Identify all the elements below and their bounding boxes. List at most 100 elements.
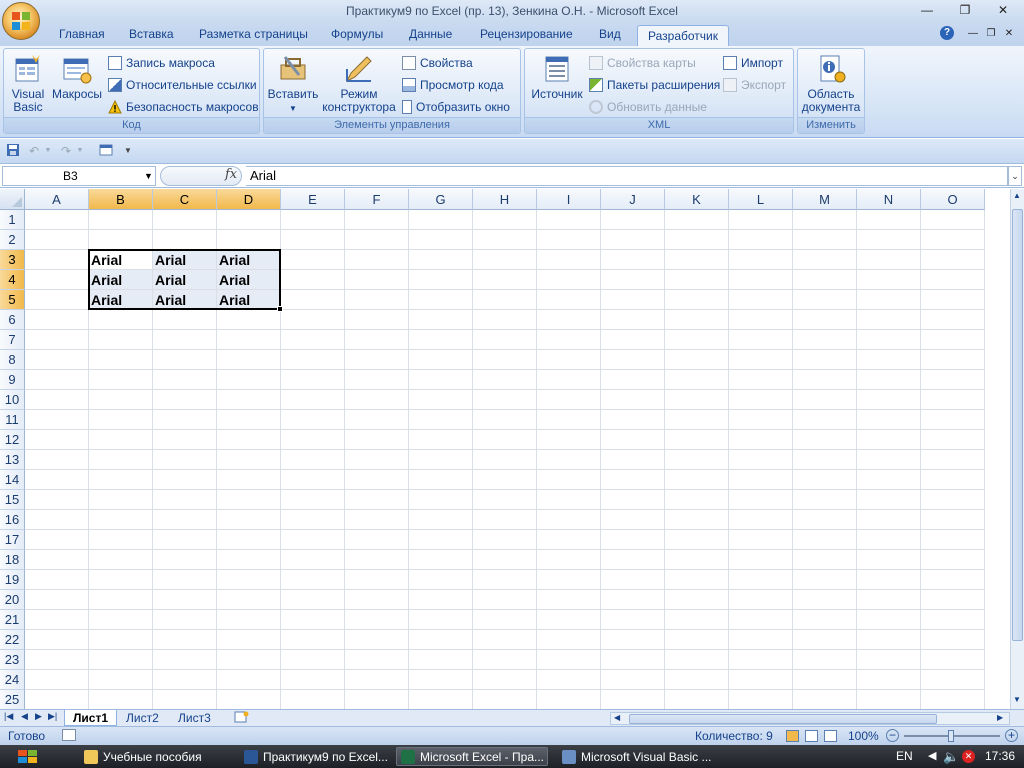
- scroll-left-icon[interactable]: ◀: [614, 713, 620, 722]
- cell-l25[interactable]: [729, 690, 793, 709]
- cell-o17[interactable]: [921, 530, 985, 550]
- cell-h13[interactable]: [473, 450, 537, 470]
- cell-a11[interactable]: [25, 410, 89, 430]
- cell-h8[interactable]: [473, 350, 537, 370]
- cell-b3[interactable]: Arial: [89, 250, 153, 270]
- cell-i4[interactable]: [537, 270, 601, 290]
- cell-a3[interactable]: [25, 250, 89, 270]
- cell-e9[interactable]: [281, 370, 345, 390]
- cell-j9[interactable]: [601, 370, 665, 390]
- cell-h21[interactable]: [473, 610, 537, 630]
- cell-n17[interactable]: [857, 530, 921, 550]
- cell-k23[interactable]: [665, 650, 729, 670]
- column-header-n[interactable]: N: [857, 189, 921, 210]
- cell-b20[interactable]: [89, 590, 153, 610]
- row-header-23[interactable]: 23: [0, 650, 25, 670]
- cell-i11[interactable]: [537, 410, 601, 430]
- cell-f21[interactable]: [345, 610, 409, 630]
- cell-c19[interactable]: [153, 570, 217, 590]
- cell-j24[interactable]: [601, 670, 665, 690]
- view-code-button[interactable]: Просмотр кода: [402, 76, 504, 94]
- cell-g9[interactable]: [409, 370, 473, 390]
- cell-e19[interactable]: [281, 570, 345, 590]
- cell-d10[interactable]: [217, 390, 281, 410]
- cell-g12[interactable]: [409, 430, 473, 450]
- cell-g6[interactable]: [409, 310, 473, 330]
- cell-g13[interactable]: [409, 450, 473, 470]
- cell-h14[interactable]: [473, 470, 537, 490]
- tab-review[interactable]: Рецензирование: [480, 27, 573, 41]
- source-button[interactable]: Источник: [529, 53, 585, 101]
- cell-a5[interactable]: [25, 290, 89, 310]
- cell-o24[interactable]: [921, 670, 985, 690]
- row-header-16[interactable]: 16: [0, 510, 25, 530]
- vertical-scrollbar[interactable]: ▲ ▼: [1010, 189, 1024, 709]
- macros-button[interactable]: Макросы: [52, 53, 102, 101]
- cell-n15[interactable]: [857, 490, 921, 510]
- taskbar-item-word[interactable]: Практикум9 по Excel...: [240, 747, 388, 766]
- cell-n4[interactable]: [857, 270, 921, 290]
- cell-j17[interactable]: [601, 530, 665, 550]
- cell-h4[interactable]: [473, 270, 537, 290]
- cell-k20[interactable]: [665, 590, 729, 610]
- cell-n11[interactable]: [857, 410, 921, 430]
- cell-o3[interactable]: [921, 250, 985, 270]
- cell-d16[interactable]: [217, 510, 281, 530]
- sheet-tab-3[interactable]: Лист3: [170, 710, 219, 726]
- cell-c22[interactable]: [153, 630, 217, 650]
- cell-o8[interactable]: [921, 350, 985, 370]
- show-window-button[interactable]: Отобразить окно: [402, 98, 510, 116]
- map-properties-button[interactable]: Свойства карты: [589, 54, 696, 72]
- cell-l19[interactable]: [729, 570, 793, 590]
- cell-e3[interactable]: [281, 250, 345, 270]
- cell-c20[interactable]: [153, 590, 217, 610]
- cell-j16[interactable]: [601, 510, 665, 530]
- cell-k9[interactable]: [665, 370, 729, 390]
- cell-c13[interactable]: [153, 450, 217, 470]
- cell-i21[interactable]: [537, 610, 601, 630]
- column-header-l[interactable]: L: [729, 189, 793, 210]
- cell-g21[interactable]: [409, 610, 473, 630]
- cell-a7[interactable]: [25, 330, 89, 350]
- cell-o22[interactable]: [921, 630, 985, 650]
- cell-e16[interactable]: [281, 510, 345, 530]
- taskbar-item-excel[interactable]: Microsoft Excel - Пра...: [396, 747, 548, 766]
- cell-o2[interactable]: [921, 230, 985, 250]
- zoom-level[interactable]: 100%: [848, 729, 879, 743]
- row-header-7[interactable]: 7: [0, 330, 25, 350]
- cell-m12[interactable]: [793, 430, 857, 450]
- cell-g25[interactable]: [409, 690, 473, 709]
- cell-h6[interactable]: [473, 310, 537, 330]
- cell-h5[interactable]: [473, 290, 537, 310]
- row-header-24[interactable]: 24: [0, 670, 25, 690]
- customize-qat-icon[interactable]: ▼: [120, 143, 136, 159]
- cell-j4[interactable]: [601, 270, 665, 290]
- cell-j7[interactable]: [601, 330, 665, 350]
- cell-e22[interactable]: [281, 630, 345, 650]
- cell-c14[interactable]: [153, 470, 217, 490]
- cell-o1[interactable]: [921, 210, 985, 230]
- cell-f14[interactable]: [345, 470, 409, 490]
- cell-l23[interactable]: [729, 650, 793, 670]
- restore-button[interactable]: ❐: [954, 2, 976, 18]
- cell-i22[interactable]: [537, 630, 601, 650]
- cell-n1[interactable]: [857, 210, 921, 230]
- cell-k1[interactable]: [665, 210, 729, 230]
- cell-e11[interactable]: [281, 410, 345, 430]
- cell-a16[interactable]: [25, 510, 89, 530]
- select-all-button[interactable]: [0, 189, 25, 210]
- zoom-out-icon[interactable]: −: [886, 729, 899, 742]
- sheet-tab-2[interactable]: Лист2: [118, 710, 167, 726]
- cell-k6[interactable]: [665, 310, 729, 330]
- cell-b16[interactable]: [89, 510, 153, 530]
- cell-a18[interactable]: [25, 550, 89, 570]
- cell-f23[interactable]: [345, 650, 409, 670]
- cell-a8[interactable]: [25, 350, 89, 370]
- refresh-data-button[interactable]: Обновить данные: [589, 98, 707, 116]
- cell-n6[interactable]: [857, 310, 921, 330]
- expansion-packs-button[interactable]: Пакеты расширения: [589, 76, 720, 94]
- cell-c18[interactable]: [153, 550, 217, 570]
- row-header-9[interactable]: 9: [0, 370, 25, 390]
- cell-e12[interactable]: [281, 430, 345, 450]
- cell-l21[interactable]: [729, 610, 793, 630]
